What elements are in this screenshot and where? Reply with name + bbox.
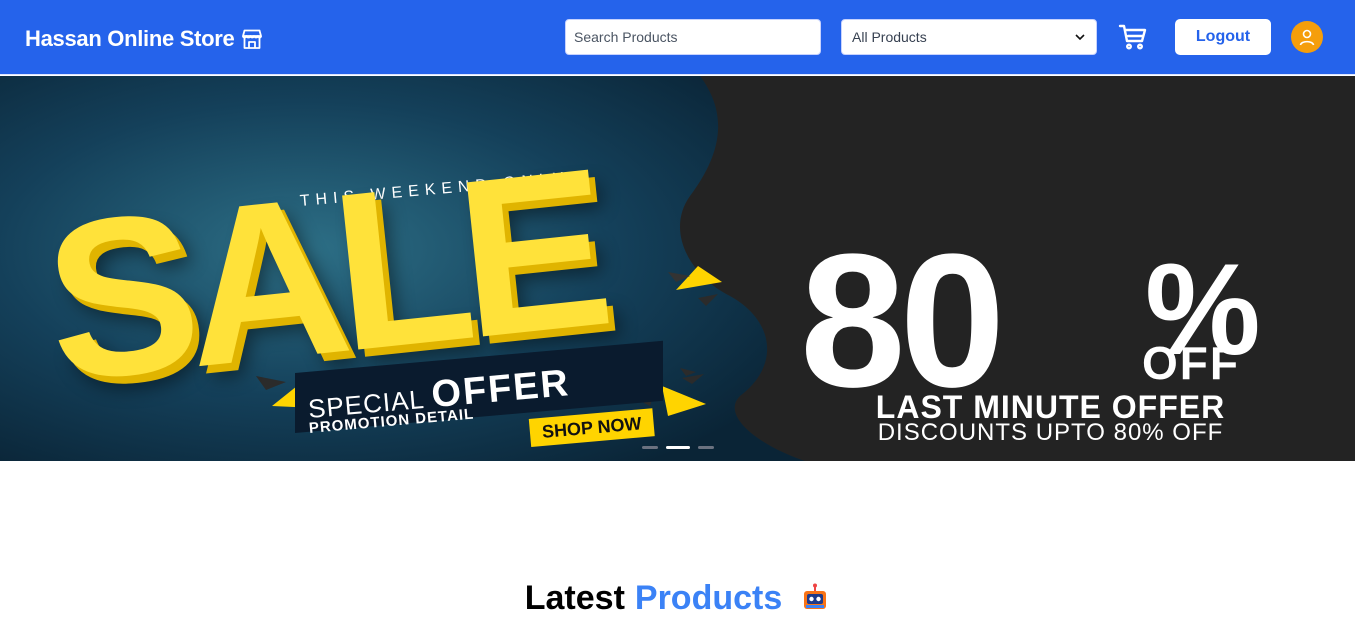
navbar: Hassan Online Store All Products Logout (0, 0, 1355, 75)
category-select-value: All Products (852, 29, 927, 45)
discounts-text: DISCOUNTS UPTO 80% OFF (877, 419, 1224, 446)
logout-button[interactable]: Logout (1175, 19, 1271, 55)
carousel-indicators (642, 446, 714, 449)
discount-number: 80 (800, 215, 1005, 427)
promo-carousel[interactable]: THIS WEEKEND ONLY SALE SPECIAL OFFER PRO… (0, 76, 1355, 461)
search-input[interactable] (565, 19, 821, 55)
store-icon (240, 27, 264, 51)
section-title: Latest Products (0, 576, 1355, 620)
robot-icon (800, 583, 830, 613)
section-title-part2: Products (634, 578, 783, 617)
section-title-part1: Latest (524, 578, 625, 617)
category-select[interactable]: All Products (841, 19, 1097, 55)
user-icon (1299, 29, 1315, 46)
brand-link[interactable]: Hassan Online Store (25, 24, 264, 54)
user-avatar[interactable] (1291, 21, 1323, 53)
carousel-dot-active[interactable] (666, 446, 690, 449)
off-label: OFF (1142, 337, 1240, 389)
carousel-dot[interactable] (698, 446, 714, 449)
brand-name: Hassan Online Store (25, 26, 235, 51)
chevron-down-icon (1075, 34, 1085, 41)
cart-icon[interactable] (1117, 21, 1149, 53)
carousel-dot[interactable] (642, 446, 658, 449)
